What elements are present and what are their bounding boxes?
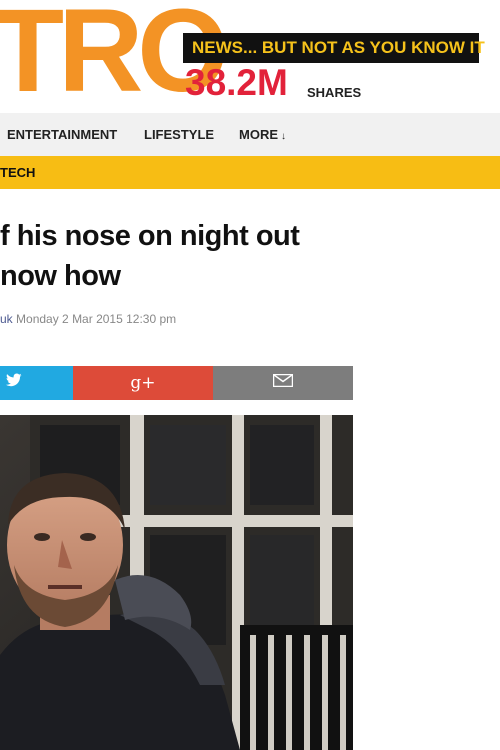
double-chevron-down-icon: ↓ [281,131,286,142]
nav-item-lifestyle[interactable]: LIFESTYLE [144,113,214,156]
article-headline: f his nose on night out now how [0,216,500,296]
headline-line-2: now how [0,260,121,292]
nav-item-more[interactable]: MORE ↓ [239,113,286,156]
article-photo [0,415,353,750]
byline: uk Monday 2 Mar 2015 12:30 pm [0,312,176,326]
share-bar: g+ [0,366,353,400]
share-twitter-button[interactable] [0,366,73,400]
author-link[interactable]: uk [0,312,13,326]
googleplus-icon: g+ [130,373,156,393]
twitter-bird-icon [6,373,22,393]
shares-label: SHARES [307,85,362,100]
shares-count: 38.2M [185,62,288,103]
publish-date: Monday 2 Mar 2015 12:30 pm [16,312,177,326]
sub-nav: TECH [0,156,500,189]
share-googleplus-button[interactable]: g+ [73,366,213,400]
tagline-banner: NEWS... BUT NOT AS YOU KNOW IT [183,33,485,63]
share-email-button[interactable] [213,366,353,400]
main-nav: ENTERTAINMENT LIFESTYLE MORE ↓ [0,113,500,156]
nav-item-entertainment[interactable]: ENTERTAINMENT [7,113,117,156]
nav-item-more-label: MORE [239,127,278,142]
subnav-item-tech[interactable]: TECH [0,156,35,189]
headline-line-1: f his nose on night out [0,220,300,252]
envelope-icon [272,373,294,392]
